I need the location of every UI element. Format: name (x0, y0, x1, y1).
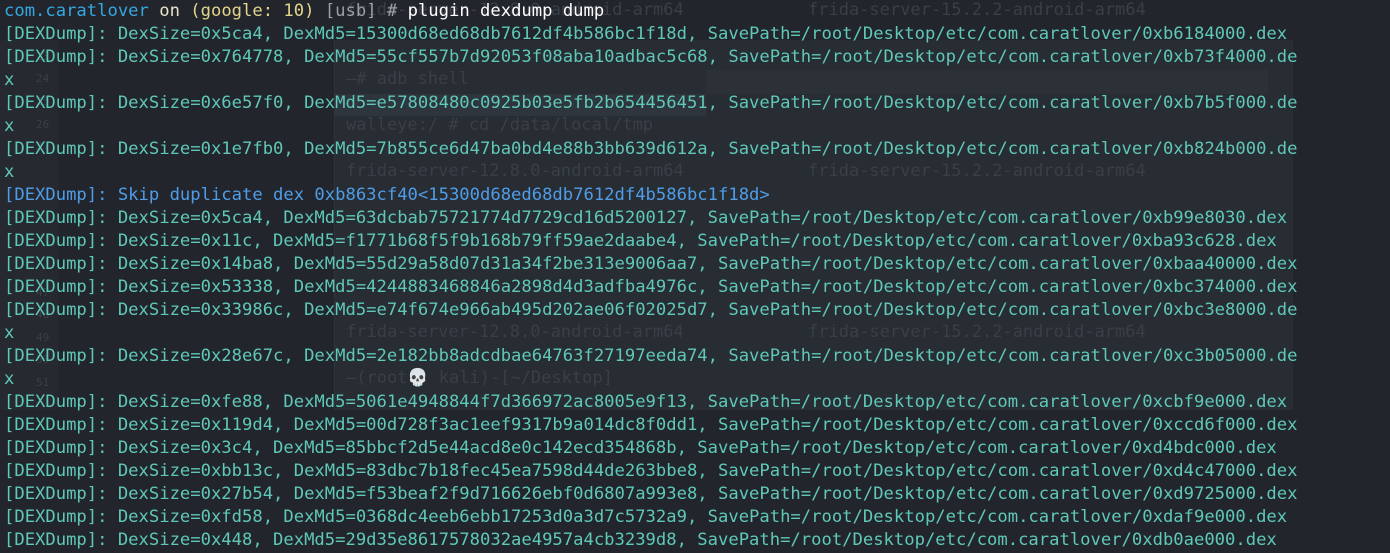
dexdump-line: [DEXDump]: DexSize=0x33986c, DexMd5=e74f… (4, 300, 1298, 320)
dexdump-line: x (4, 70, 15, 90)
dexdump-output-block: [DEXDump]: DexSize=0x5ca4, DexMd5=15300d… (4, 23, 1297, 184)
prompt-device: (google: 10) (190, 1, 315, 21)
dexdump-line: [DEXDump]: DexSize=0xfe88, DexMd5=5061e4… (4, 392, 1288, 412)
dexdump-line: [DEXDump]: DexSize=0x27b54, DexMd5=f53be… (4, 484, 1298, 504)
prompt-command: plugin dexdump dump (407, 1, 605, 21)
prompt-on: on (148, 1, 191, 21)
terminal-output[interactable]: com.caratlover on (google: 10) [usb] # p… (4, 0, 1297, 552)
dexdump-line: [DEXDump]: DexSize=0x119d4, DexMd5=00d72… (4, 415, 1298, 435)
dexdump-line: [DEXDump]: DexSize=0x5ca4, DexMd5=15300d… (4, 24, 1288, 44)
dexdump-line: [DEXDump]: DexSize=0xfd58, DexMd5=0368dc… (4, 507, 1288, 527)
dexdump-line: [DEXDump]: DexSize=0x5ca4, DexMd5=63dcba… (4, 208, 1288, 228)
dexdump-line: [DEXDump]: DexSize=0x6e57f0, DexMd5=e578… (4, 93, 1298, 113)
dexdump-line: [DEXDump]: DexSize=0x1e7fb0, DexMd5=7b85… (4, 139, 1298, 159)
dexdump-line: x (4, 323, 15, 343)
dexdump-line: [DEXDump]: DexSize=0x28e67c, DexMd5=2e18… (4, 346, 1298, 366)
dexdump-line: x (4, 116, 15, 136)
dexdump-line: [DEXDump]: DexSize=0x14ba8, DexMd5=55d29… (4, 254, 1298, 274)
prompt-host: com.caratlover (4, 1, 149, 21)
dexdump-line: x (4, 369, 15, 389)
dexdump-line: [DEXDump]: DexSize=0x3c4, DexMd5=85bbcf2… (4, 438, 1277, 458)
dexdump-line: [DEXDump]: DexSize=0x53338, DexMd5=42448… (4, 277, 1298, 297)
shell-prompt: com.caratlover on (google: 10) [usb] # p… (4, 0, 1297, 23)
dexdump-output-block: [DEXDump]: DexSize=0x5ca4, DexMd5=63dcba… (4, 207, 1297, 552)
dexdump-line: x (4, 162, 15, 182)
skip-duplicate-line: [DEXDump]: Skip duplicate dex 0xb863cf40… (4, 185, 770, 205)
dexdump-line: [DEXDump]: DexSize=0x764778, DexMd5=55cf… (4, 47, 1298, 67)
dexdump-line: [DEXDump]: DexSize=0x448, DexMd5=29d35e8… (4, 530, 1277, 550)
dexdump-line: [DEXDump]: DexSize=0x11c, DexMd5=f1771b6… (4, 231, 1277, 251)
prompt-usb: [usb] # (314, 1, 408, 21)
dexdump-line: [DEXDump]: DexSize=0xbb13c, DexMd5=83dbc… (4, 461, 1298, 481)
